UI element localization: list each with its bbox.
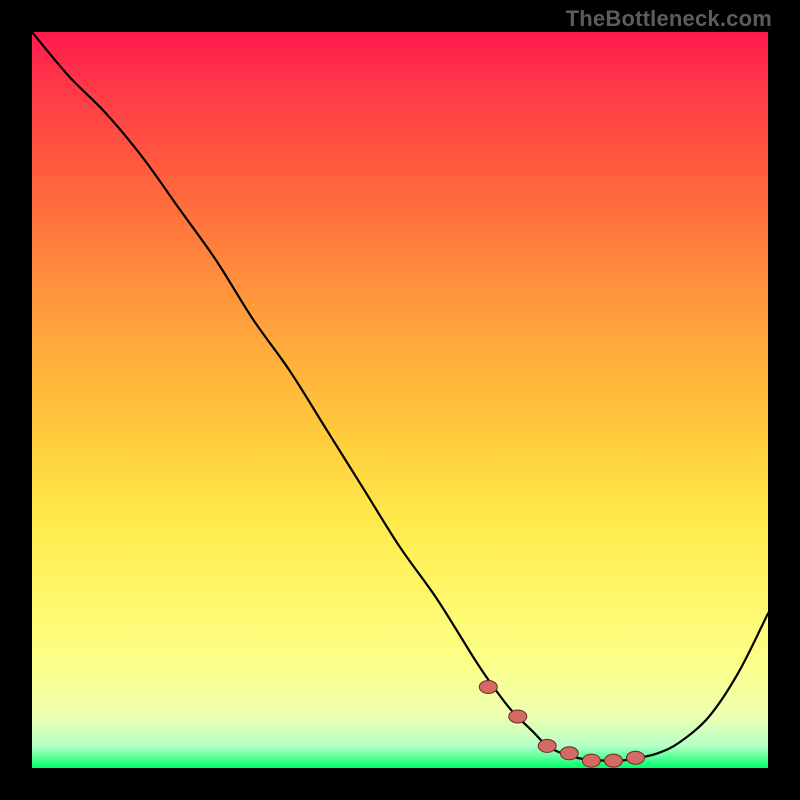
optimal-marker [509, 710, 527, 723]
optimal-marker [604, 754, 622, 767]
optimal-marker [538, 739, 556, 752]
watermark-label: TheBottleneck.com [566, 6, 772, 32]
optimal-marker [582, 754, 600, 767]
bottleneck-curve [32, 32, 768, 761]
curve-svg [32, 32, 768, 768]
optimal-marker [479, 681, 497, 694]
optimal-marker [627, 751, 645, 764]
optimal-marker [560, 747, 578, 760]
optimal-zone-markers [479, 681, 644, 768]
chart-frame: TheBottleneck.com [0, 0, 800, 800]
plot-area [32, 32, 768, 768]
